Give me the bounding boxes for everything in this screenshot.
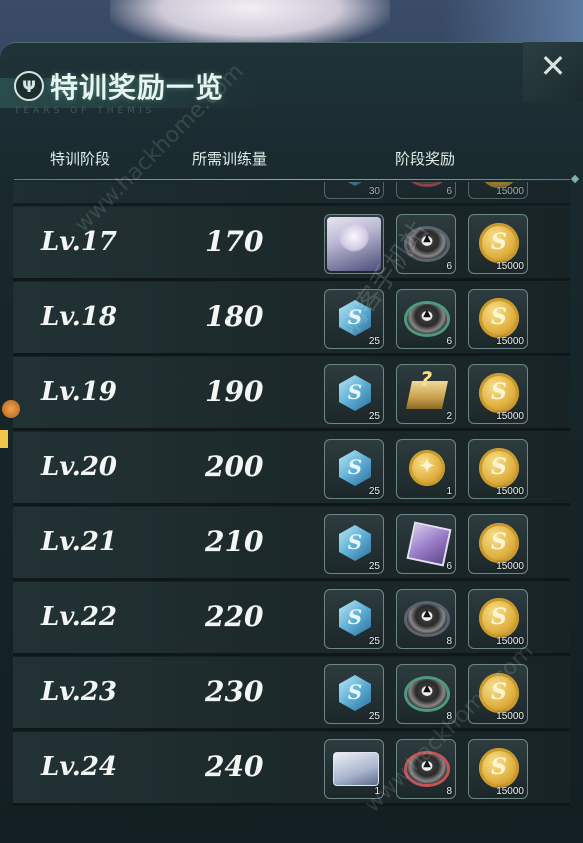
gem-icon [339,450,371,486]
gold-coin-icon [479,448,519,488]
reward-count: 25 [368,486,380,497]
reward-count: 8 [446,636,452,647]
reward-item[interactable]: 6 [396,182,456,199]
gold-coin-icon [479,598,519,638]
reward-item[interactable]: 15000 [468,439,528,499]
reward-count: 6 [446,186,452,197]
column-header-stage: 特训阶段 [50,150,111,168]
reward-item[interactable]: 6 [396,289,456,349]
ring-icon [407,182,447,184]
reward-row: Lv.21 210 25 6 15000 [13,507,570,581]
side-ornament [2,400,20,418]
reward-count: 25 [368,711,380,722]
row-level: Lv.22 [41,602,118,632]
ticket-icon [333,752,379,786]
row-required-amount: 230 [205,675,264,708]
reward-count: 6 [446,261,452,272]
gem-icon [339,525,371,561]
reward-count: 25 [368,636,380,647]
ring-icon [407,304,447,334]
row-level: Lv.17 [41,227,118,257]
mystery-box-icon [406,381,448,409]
reward-item[interactable]: 25 [324,664,384,724]
row-required-amount: 240 [205,750,264,783]
reward-list[interactable]: Lv.1616030615000Lv.17170615000Lv.1818025… [13,182,570,828]
reward-row: Lv.242401815000 [13,732,570,806]
ring-icon [407,679,447,709]
reward-count: 15000 [496,186,524,197]
reward-count: 15000 [496,561,524,572]
reward-item[interactable]: 25 [324,514,384,574]
gem-icon [339,675,371,711]
themis-emblem-icon: Ψ [14,71,44,101]
reward-count: 15000 [496,711,524,722]
ring-icon [407,604,447,634]
side-ornament-tab [0,430,8,448]
reward-item[interactable]: 15000 [468,289,528,349]
reward-count: 1 [446,486,452,497]
gold-coin-icon [479,748,519,788]
reward-count: 25 [368,336,380,347]
reward-item[interactable]: 1 [396,439,456,499]
reward-item[interactable]: 6 [396,514,456,574]
row-level: Lv.21 [41,527,118,557]
reward-count: 25 [368,561,380,572]
gem-icon [339,375,371,411]
column-header-rewards: 阶段奖励 [395,150,456,168]
subtitle-decoration: TEARS OF THEMIS [14,106,156,116]
row-level: Lv.23 [41,677,118,707]
reward-item[interactable]: 25 [324,364,384,424]
reward-count: 2 [446,411,452,422]
close-button[interactable]: ✕ [525,44,581,92]
gold-coin-icon [479,523,519,563]
gold-coin-icon [479,373,519,413]
reward-item[interactable]: 2 [396,364,456,424]
badge-coin-icon [409,450,445,486]
reward-count: 25 [368,411,380,422]
row-level: Lv.18 [41,302,118,332]
reward-count: 6 [446,561,452,572]
reward-item[interactable]: 15000 [468,182,528,199]
row-level: Lv.20 [41,452,118,482]
reward-row: Lv.20 200 25 1 15000 [13,432,570,506]
row-required-amount: 220 [205,600,264,633]
reward-item[interactable]: 15000 [468,364,528,424]
reward-count: 15000 [496,486,524,497]
reward-count: 15000 [496,786,524,797]
reward-count: 8 [446,786,452,797]
purple-cube-icon [406,521,452,567]
row-level: Lv.19 [41,377,118,407]
row-required-amount: 190 [205,375,264,408]
reward-item[interactable]: 25 [324,439,384,499]
reward-count: 15000 [496,261,524,272]
reward-item[interactable]: 8 [396,589,456,649]
reward-row: Lv.2222025815000 [13,582,570,656]
row-required-amount: 180 [205,300,264,333]
row-level: Lv.24 [41,752,118,782]
reward-item[interactable]: 25 [324,589,384,649]
reward-row: Lv.19 190 25 2 15000 [13,357,570,431]
reward-row: Lv.18 180 25 6 15000 [13,282,570,356]
table-header: 特训阶段 所需训练量 阶段奖励 [0,148,583,176]
reward-item[interactable]: 30 [324,182,384,199]
reward-count: 6 [446,336,452,347]
gold-coin-icon [479,223,519,263]
header-divider [14,174,580,184]
reward-count: 15000 [496,336,524,347]
gold-coin-icon [479,298,519,338]
row-required-amount: 200 [205,450,264,483]
reward-count: 15000 [496,411,524,422]
gem-icon [339,182,371,186]
row-required-amount: 170 [205,225,264,258]
reward-count: 30 [368,186,380,197]
reward-item[interactable]: 15000 [468,739,528,799]
row-required-amount: 160 [205,182,263,183]
reward-item[interactable]: 15000 [468,214,528,274]
reward-item[interactable]: 15000 [468,514,528,574]
gem-icon [339,600,371,636]
column-header-required: 所需训练量 [192,150,268,168]
row-required-amount: 210 [205,525,264,558]
